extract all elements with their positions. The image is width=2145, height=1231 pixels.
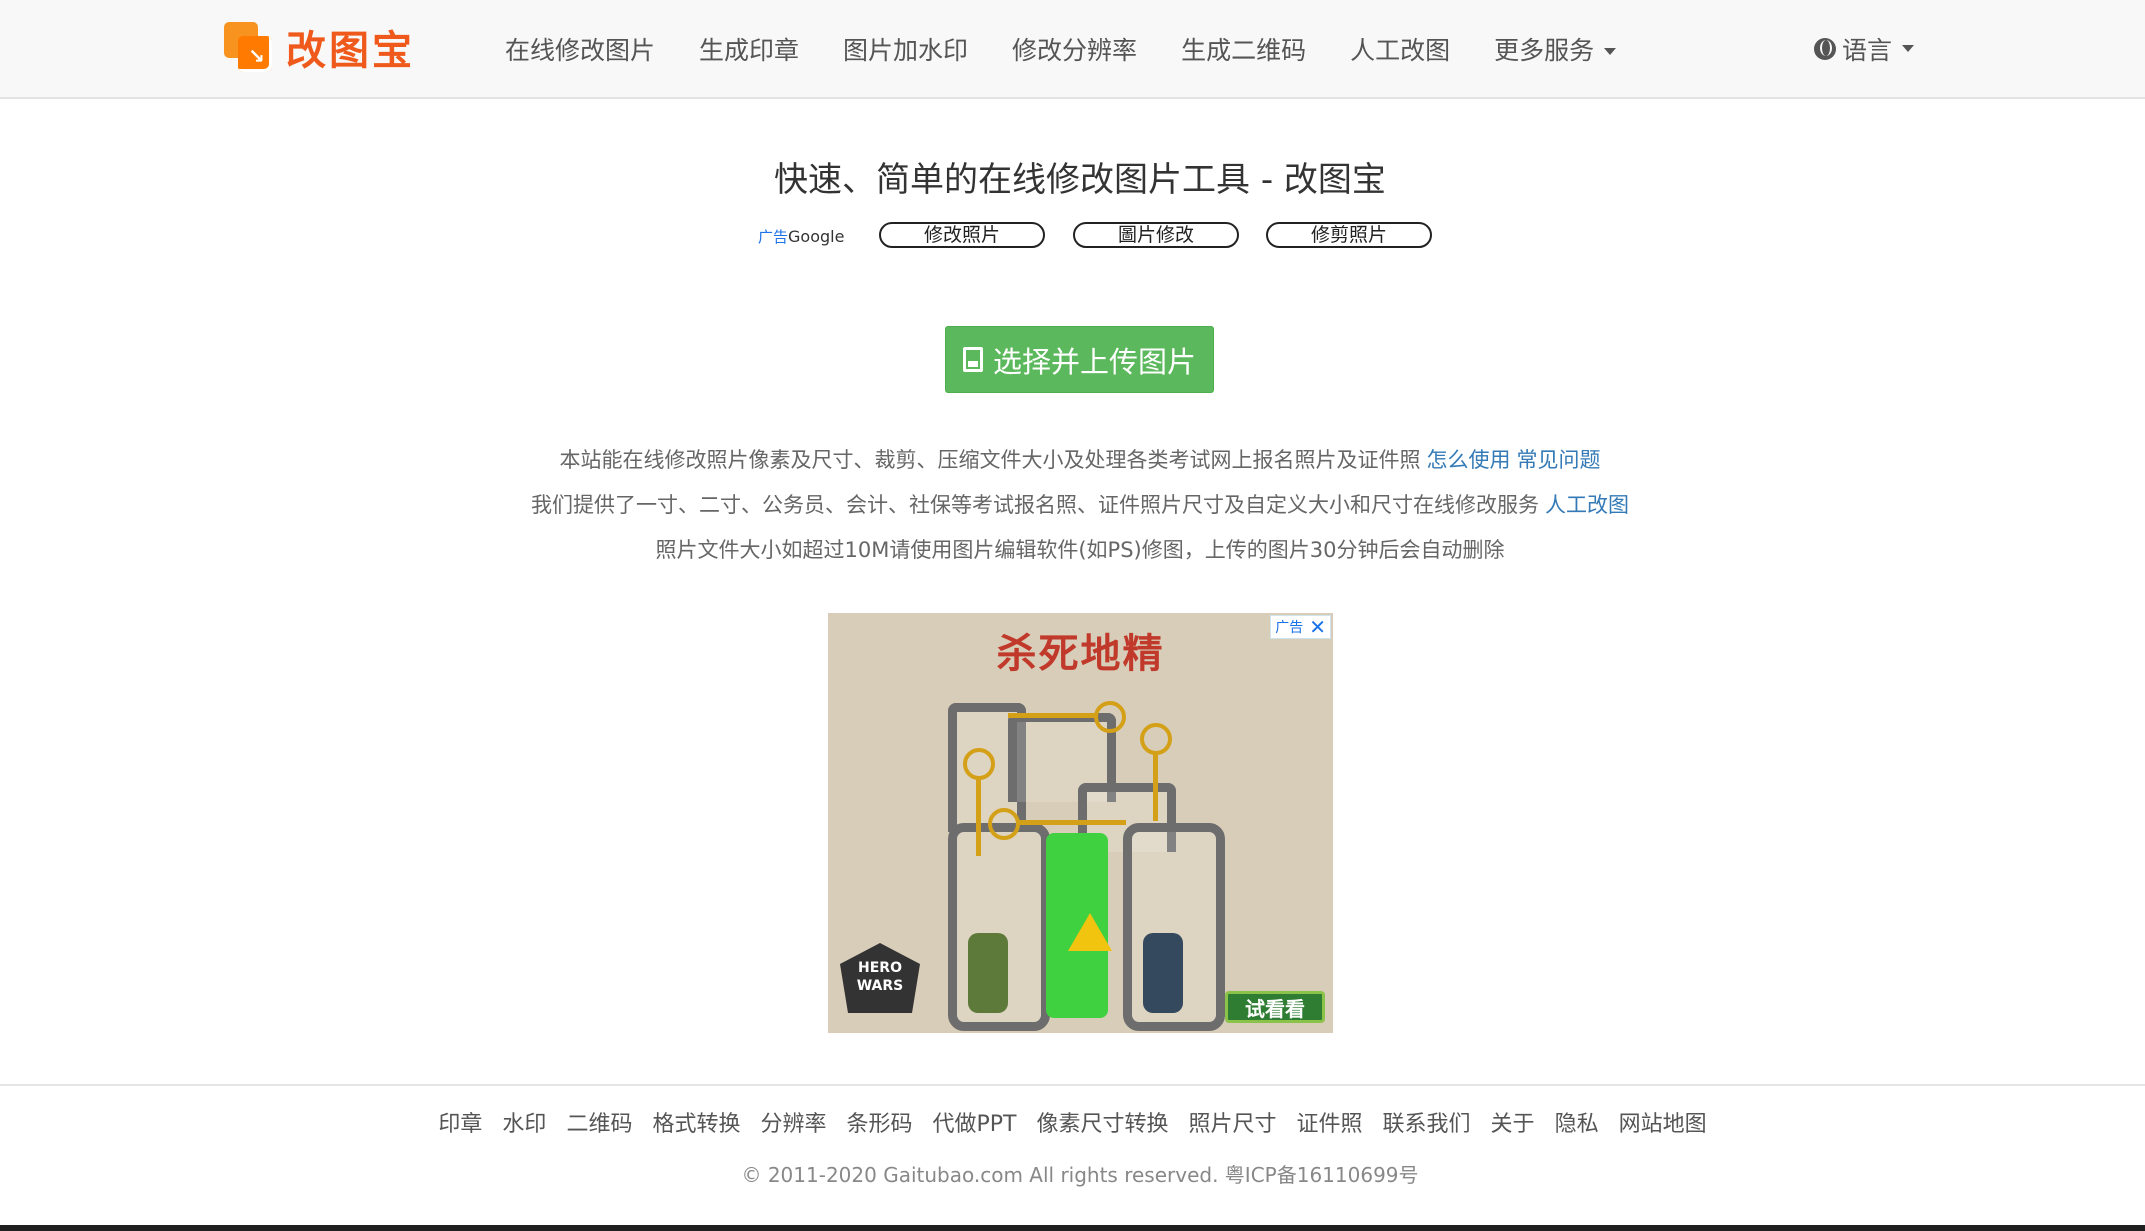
language-dropdown[interactable]: 语言 bbox=[1814, 0, 1915, 97]
hazard-icon bbox=[1068, 913, 1112, 951]
description-text-1: 本站能在线修改照片像素及尺寸、裁剪、压缩文件大小及处理各类考试网上报名照片及证件… bbox=[559, 448, 1421, 472]
footer-link-format-convert[interactable]: 格式转换 bbox=[652, 1106, 740, 1138]
footer-links: 印章 水印 二维码 格式转换 分辨率 条形码 代做PPT 像素尺寸转换 照片尺寸… bbox=[0, 1106, 2145, 1138]
nav-item-resolution[interactable]: 修改分辨率 bbox=[1012, 31, 1137, 67]
hero-wars-logo-line2: WARS bbox=[856, 978, 904, 994]
bottom-edge-bar bbox=[0, 1225, 2145, 1231]
ad-pill-crop-photo[interactable]: 修剪照片 bbox=[1266, 222, 1432, 248]
language-label: 语言 bbox=[1842, 35, 1893, 65]
nav-item-more-services[interactable]: 更多服务 bbox=[1494, 31, 1617, 67]
description-line-2: 我们提供了一寸、二寸、公务员、会计、社保等考试报名照、证件照片尺寸及自定义大小和… bbox=[0, 489, 2145, 519]
caret-down-icon bbox=[1902, 45, 1915, 52]
pin-ring-3 bbox=[1094, 701, 1126, 733]
hero-wars-logo-line1: HERO bbox=[858, 960, 902, 976]
goblin-character bbox=[968, 933, 1008, 1013]
try-now-button[interactable]: 试看看 bbox=[1225, 991, 1325, 1023]
ad-choices-badge[interactable]: 广告 ✕ bbox=[1270, 615, 1331, 639]
footer-link-photo-size[interactable]: 照片尺寸 bbox=[1189, 1106, 1277, 1138]
ad-pill-image-edit[interactable]: 圖片修改 bbox=[1073, 222, 1239, 248]
pin-bar-1 bbox=[976, 776, 981, 856]
footer-link-id-photo[interactable]: 证件照 bbox=[1297, 1106, 1363, 1138]
upload-button-label: 选择并上传图片 bbox=[992, 344, 1196, 379]
copyright-text: © 2011-2020 Gaitubao.com All rights rese… bbox=[741, 1163, 1419, 1187]
main-nav: 在线修改图片 生成印章 图片加水印 修改分辨率 生成二维码 人工改图 更多服务 bbox=[505, 0, 1660, 97]
description-line-1: 本站能在线修改照片像素及尺寸、裁剪、压缩文件大小及处理各类考试网上报名照片及证件… bbox=[0, 444, 2145, 474]
nav-item-edit-image[interactable]: 在线修改图片 bbox=[505, 31, 655, 67]
top-navbar: ↘ 改图宝 在线修改图片 生成印章 图片加水印 修改分辨率 生成二维码 人工改图… bbox=[0, 0, 2145, 99]
ad-title: 杀死地精 bbox=[996, 631, 1165, 677]
footer-link-barcode[interactable]: 条形码 bbox=[846, 1106, 912, 1138]
nav-item-seal[interactable]: 生成印章 bbox=[699, 31, 799, 67]
description-line-3: 照片文件大小如超过10M请使用图片编辑软件(如PS)修图，上传的图片30分钟后会… bbox=[655, 538, 1505, 562]
footer-link-ppt[interactable]: 代做PPT bbox=[933, 1106, 1017, 1138]
image-file-icon bbox=[962, 347, 983, 372]
footer-link-pixel-convert[interactable]: 像素尺寸转换 bbox=[1036, 1106, 1168, 1138]
ad-label-prefix: 广告 bbox=[758, 228, 789, 246]
brand-name: 改图宝 bbox=[286, 28, 415, 74]
footer-link-contact[interactable]: 联系我们 bbox=[1383, 1106, 1471, 1138]
page-title: 快速、简单的在线修改图片工具 - 改图宝 bbox=[774, 160, 1386, 200]
footer-link-about[interactable]: 关于 bbox=[1491, 1106, 1535, 1138]
ad-pill-edit-photo[interactable]: 修改照片 bbox=[879, 222, 1045, 248]
ad-label: 广告Google bbox=[758, 226, 844, 247]
footer-link-sitemap[interactable]: 网站地图 bbox=[1619, 1106, 1707, 1138]
footer-link-qrcode[interactable]: 二维码 bbox=[566, 1106, 632, 1138]
ad-label-brand: Google bbox=[788, 227, 845, 246]
footer-link-watermark[interactable]: 水印 bbox=[502, 1106, 546, 1138]
faq-link[interactable]: 常见问题 bbox=[1517, 448, 1601, 472]
close-icon[interactable]: ✕ bbox=[1309, 615, 1326, 639]
pin-bar-2 bbox=[1016, 820, 1126, 825]
nav-item-watermark[interactable]: 图片加水印 bbox=[843, 31, 968, 67]
brand-logo[interactable]: ↘ 改图宝 bbox=[224, 22, 415, 74]
hero-character bbox=[1143, 933, 1183, 1013]
hero-wars-logo: HERO WARS bbox=[840, 943, 920, 1013]
footer-link-privacy[interactable]: 隐私 bbox=[1555, 1106, 1599, 1138]
footer-link-seal[interactable]: 印章 bbox=[438, 1106, 482, 1138]
pin-bar-4 bbox=[1153, 751, 1158, 821]
ad-banner[interactable]: 杀死地精 广告 ✕ HERO WARS 试看看 bbox=[828, 613, 1333, 1033]
upload-image-button[interactable]: 选择并上传图片 bbox=[945, 326, 1214, 393]
description-text-2: 我们提供了一寸、二寸、公务员、会计、社保等考试报名照、证件照片尺寸及自定义大小和… bbox=[531, 493, 1539, 517]
ad-badge-label: 广告 bbox=[1275, 620, 1304, 636]
globe-icon bbox=[1814, 37, 1836, 60]
logo-icon: ↘ bbox=[224, 22, 274, 72]
nav-item-qrcode[interactable]: 生成二维码 bbox=[1181, 31, 1306, 67]
nav-item-manual-edit[interactable]: 人工改图 bbox=[1350, 31, 1450, 67]
footer-divider bbox=[0, 1084, 2145, 1086]
pin-bar-3 bbox=[1008, 713, 1096, 718]
more-services-label: 更多服务 bbox=[1494, 35, 1595, 65]
footer-link-resolution[interactable]: 分辨率 bbox=[760, 1106, 826, 1138]
caret-down-icon bbox=[1604, 48, 1617, 55]
how-to-use-link[interactable]: 怎么使用 bbox=[1427, 448, 1511, 472]
google-ad-links: 广告Google 修改照片 圖片修改 修剪照片 bbox=[0, 222, 2145, 252]
manual-edit-link[interactable]: 人工改图 bbox=[1545, 493, 1629, 517]
